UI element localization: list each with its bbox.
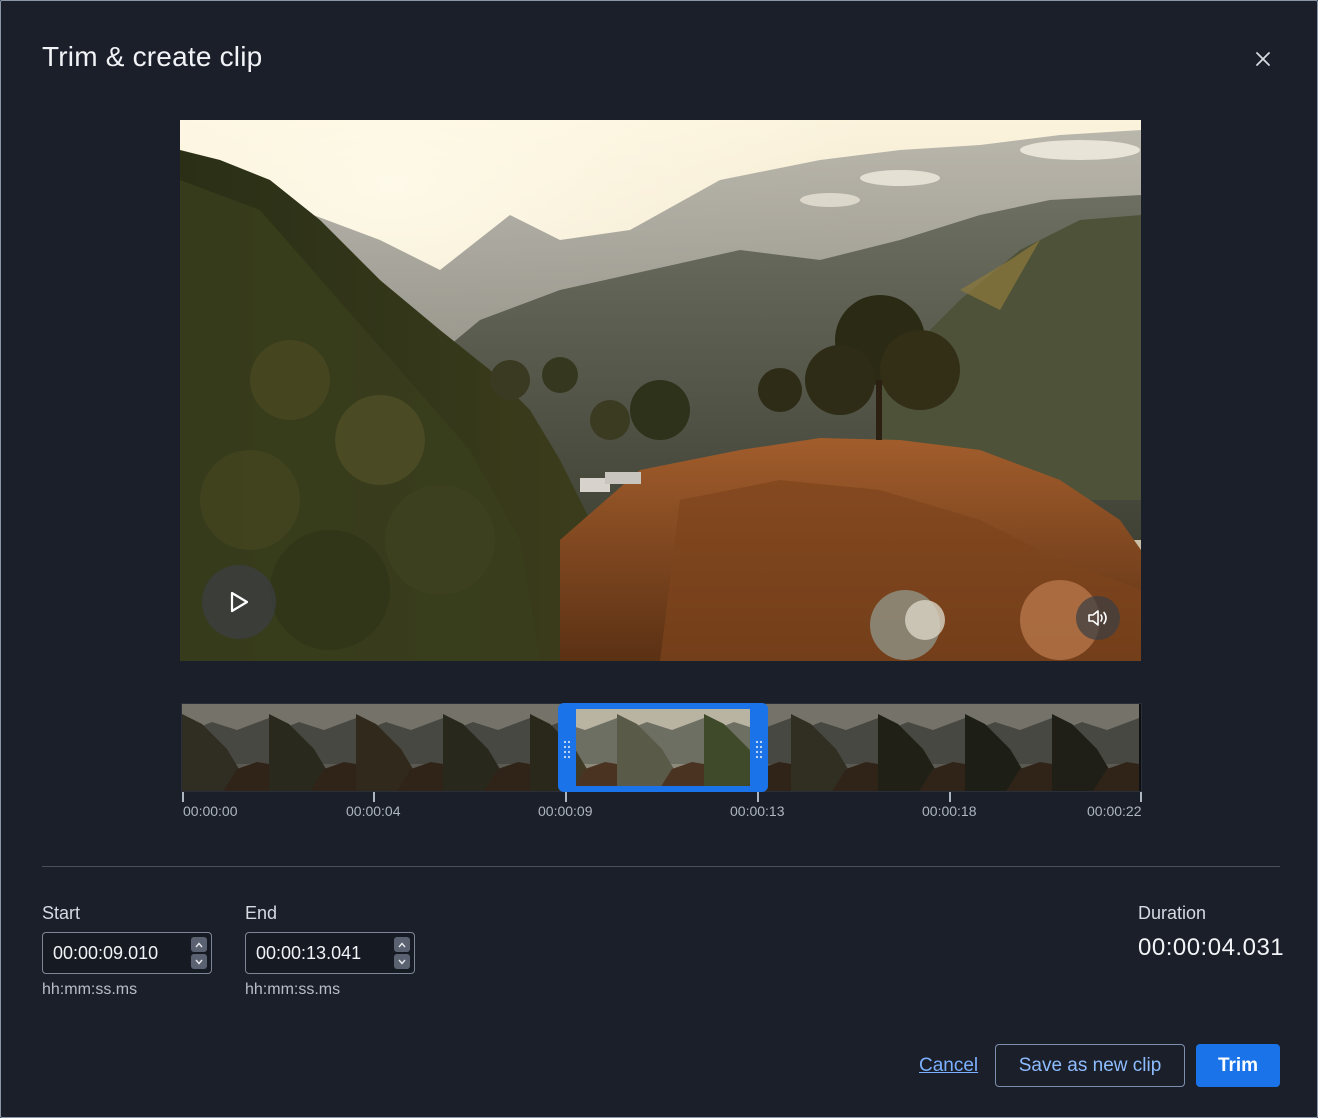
- video-frame: [180, 120, 1141, 661]
- chevron-down-icon: [195, 959, 203, 965]
- start-stepper[interactable]: [191, 937, 207, 969]
- play-button[interactable]: [202, 565, 276, 639]
- start-time-input[interactable]: [43, 941, 185, 965]
- volume-button[interactable]: [1076, 596, 1120, 640]
- timeline-tick: [757, 792, 759, 802]
- timeline-tick-label: 00:00:18: [922, 803, 977, 819]
- end-time-input[interactable]: [246, 941, 388, 965]
- start-format-hint: hh:mm:ss.ms: [42, 981, 138, 998]
- volume-icon: [1088, 610, 1107, 626]
- start-time-field[interactable]: [42, 932, 212, 974]
- close-button[interactable]: [1249, 45, 1277, 73]
- end-format-hint: hh:mm:ss.ms: [245, 981, 341, 998]
- right-trim-handle[interactable]: [754, 739, 764, 759]
- trim-button[interactable]: Trim: [1196, 1044, 1280, 1087]
- duration-label: Duration: [1138, 903, 1207, 923]
- video-player[interactable]: [180, 120, 1141, 661]
- play-icon: [230, 591, 249, 613]
- cancel-link[interactable]: Cancel: [919, 1055, 978, 1077]
- timeline-tick: [1140, 792, 1142, 802]
- trim-selection[interactable]: [558, 703, 768, 792]
- unselected-region-right: [757, 704, 1141, 791]
- end-decrement-button[interactable]: [394, 954, 410, 969]
- timeline-ruler[interactable]: 00:00:00 00:00:04 00:00:09 00:00:13 00:00:18…: [181, 792, 1142, 822]
- timeline-tick-label: 00:00:09: [538, 803, 593, 819]
- start-decrement-button[interactable]: [191, 954, 207, 969]
- chevron-up-icon: [398, 941, 406, 947]
- start-label: Start: [42, 903, 81, 923]
- close-icon: [1256, 52, 1270, 66]
- trim-dialog: Trim & create clip 00:00:00 00:00:04 00:…: [0, 0, 1318, 1118]
- divider: [42, 866, 1280, 867]
- chevron-down-icon: [398, 959, 406, 965]
- left-trim-handle[interactable]: [562, 739, 572, 759]
- start-increment-button[interactable]: [191, 937, 207, 952]
- chevron-up-icon: [195, 941, 203, 947]
- timeline-tick-label: 00:00:13: [730, 803, 785, 819]
- timeline-tick-label: 00:00:00: [183, 803, 238, 819]
- timeline-tick: [182, 792, 184, 802]
- end-label: End: [245, 903, 278, 923]
- end-time-field[interactable]: [245, 932, 415, 974]
- duration-value: 00:00:04.031: [1138, 934, 1285, 961]
- timeline-tick-label: 00:00:04: [346, 803, 401, 819]
- end-stepper[interactable]: [394, 937, 410, 969]
- timeline-tick: [565, 792, 567, 802]
- timeline-tick: [373, 792, 375, 802]
- timeline-tick-label: 00:00:22: [1087, 803, 1142, 819]
- dialog-title: Trim & create clip: [42, 41, 263, 72]
- save-as-new-clip-button[interactable]: Save as new clip: [995, 1044, 1185, 1087]
- unselected-region-left: [182, 704, 566, 791]
- end-increment-button[interactable]: [394, 937, 410, 952]
- timeline-tick: [949, 792, 951, 802]
